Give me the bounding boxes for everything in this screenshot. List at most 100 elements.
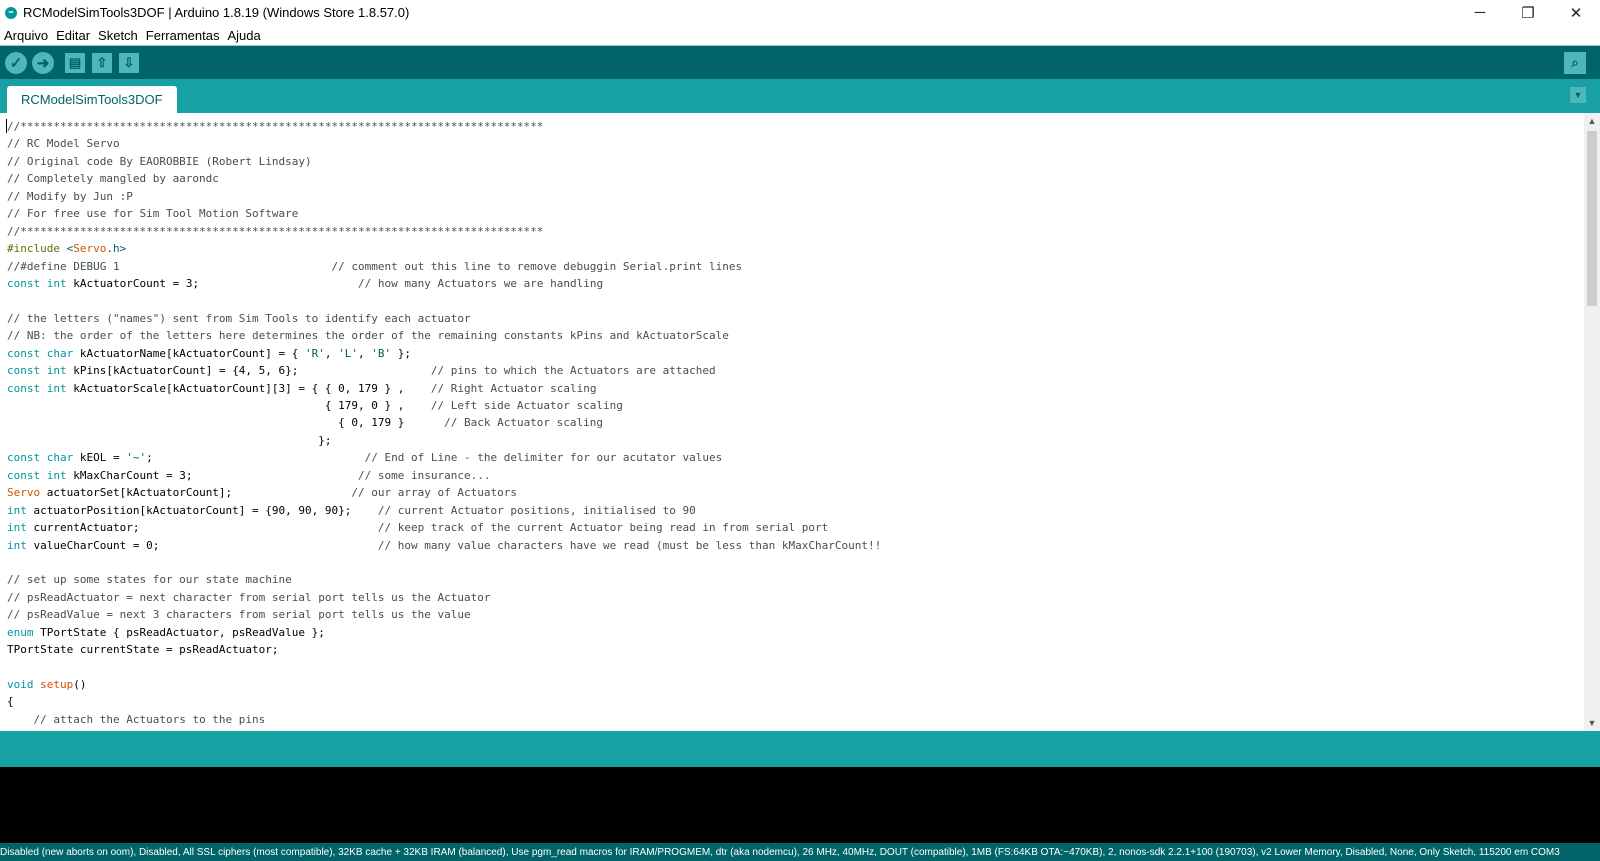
- code-line[interactable]: int currentActuator; // keep track of th…: [7, 519, 881, 536]
- code-line[interactable]: const int kActuatorScale[kActuatorCount]…: [7, 380, 881, 397]
- code-line[interactable]: const int kPins[kActuatorCount] = {4, 5,…: [7, 362, 881, 379]
- menu-editar[interactable]: Editar: [52, 28, 94, 43]
- code-line[interactable]: const char kActuatorName[kActuatorCount]…: [7, 345, 881, 362]
- code-line[interactable]: // For free use for Sim Tool Motion Soft…: [7, 205, 881, 222]
- new-button[interactable]: ▤: [65, 53, 85, 73]
- tab-menu-button[interactable]: ▼: [1570, 87, 1586, 103]
- code-token: // Back Actuator scaling: [444, 416, 604, 430]
- menu-sketch[interactable]: Sketch: [94, 28, 142, 43]
- code-token: ;: [146, 451, 365, 465]
- minimize-button[interactable]: ─: [1456, 0, 1504, 25]
- title-bar: ∞ RCModelSimTools3DOF | Arduino 1.8.19 (…: [0, 0, 1600, 25]
- code-token: int: [46, 364, 67, 378]
- menu-arquivo[interactable]: Arquivo: [0, 28, 52, 43]
- verify-button[interactable]: ✓: [5, 52, 27, 74]
- editor-vertical-scrollbar[interactable]: ▲ ▼: [1584, 113, 1600, 731]
- code-line[interactable]: int valueCharCount = 0; // how many valu…: [7, 537, 881, 554]
- code-line[interactable]: // psReadValue = next 3 characters from …: [7, 606, 881, 623]
- menu-ajuda[interactable]: Ajuda: [224, 28, 265, 43]
- code-token: ,: [358, 346, 372, 360]
- status-bar: Disabled (new aborts on oom), Disabled, …: [0, 843, 1600, 861]
- code-line[interactable]: [7, 554, 881, 571]
- code-token: (): [73, 678, 87, 691]
- code-line[interactable]: const int kMaxCharCount = 3; // some ins…: [7, 467, 881, 484]
- code-token: // End of Line - the delimiter for our a…: [364, 451, 723, 465]
- chevron-down-icon: ▼: [1573, 90, 1583, 100]
- arrow-down-icon: ⇩: [123, 55, 135, 70]
- code-line[interactable]: enum TPortState { psReadActuator, psRead…: [7, 624, 881, 641]
- code-line[interactable]: TPortState currentState = psReadActuator…: [7, 641, 881, 658]
- code-token: //#define DEBUG 1 // comment out this li…: [7, 259, 743, 273]
- serial-monitor-button[interactable]: ⌕: [1564, 52, 1586, 74]
- code-line[interactable]: //**************************************…: [7, 223, 881, 240]
- code-line[interactable]: [7, 659, 881, 676]
- close-button[interactable]: ✕: [1552, 0, 1600, 25]
- code-line[interactable]: { 0, 179 } // Back Actuator scaling: [7, 414, 881, 431]
- code-editor[interactable]: //**************************************…: [0, 113, 1584, 731]
- code-token: actuatorSet[kActuatorCount];: [40, 486, 352, 500]
- restore-button[interactable]: ❐: [1504, 0, 1552, 25]
- code-token: // our array of Actuators: [351, 486, 517, 500]
- code-token: void: [7, 678, 34, 691]
- upload-button[interactable]: ➜: [32, 52, 54, 74]
- code-token: // For free use for Sim Tool Motion Soft…: [7, 207, 299, 221]
- code-token: // Original code By EAOROBBIE (Robert Li…: [7, 154, 312, 168]
- code-line[interactable]: //**************************************…: [7, 118, 881, 135]
- code-line[interactable]: // the letters ("names") sent from Sim T…: [7, 310, 881, 327]
- code-line[interactable]: Servo actuatorSet[kActuatorCount]; // ou…: [7, 484, 881, 501]
- code-line[interactable]: // Modify by Jun :P: [7, 188, 881, 205]
- code-token: // Completely mangled by aarondc: [7, 172, 219, 186]
- code-token: #include: [7, 242, 67, 256]
- code-line[interactable]: const int kActuatorCount = 3; // how man…: [7, 275, 881, 292]
- tab-sketch[interactable]: RCModelSimTools3DOF: [7, 86, 177, 113]
- code-token: int: [46, 381, 67, 395]
- code-token: // psReadValue = next 3 characters from …: [7, 608, 471, 622]
- code-line[interactable]: void setup(): [7, 676, 881, 693]
- code-line[interactable]: int actuatorPosition[kActuatorCount] = {…: [7, 502, 881, 519]
- code-line[interactable]: [7, 292, 881, 309]
- scrollbar-thumb[interactable]: [1587, 131, 1597, 306]
- code-token: };: [391, 346, 412, 360]
- tab-label: RCModelSimTools3DOF: [21, 92, 163, 107]
- code-line[interactable]: };: [7, 432, 881, 449]
- code-line[interactable]: // attach the Actuators to the pins: [7, 711, 881, 728]
- code-line[interactable]: { 179, 0 } , // Left side Actuator scali…: [7, 397, 881, 414]
- code-token: int: [46, 468, 67, 482]
- console-output[interactable]: [0, 767, 1600, 843]
- code-line[interactable]: // RC Model Servo: [7, 135, 881, 152]
- scroll-down-icon[interactable]: ▼: [1584, 715, 1600, 731]
- check-icon: ✓: [9, 55, 23, 72]
- code-token: { 0, 179 }: [7, 416, 445, 430]
- code-token: kActuatorCount = 3;: [66, 276, 359, 290]
- save-button[interactable]: ⇩: [119, 53, 139, 73]
- arduino-ide-window: ∞ RCModelSimTools3DOF | Arduino 1.8.19 (…: [0, 0, 1600, 861]
- code-token: int: [7, 538, 27, 552]
- code-token: currentActuator;: [26, 521, 378, 535]
- code-token: // some insurance...: [358, 468, 491, 482]
- code-line[interactable]: // NB: the order of the letters here det…: [7, 327, 881, 344]
- code-token: const: [7, 381, 41, 395]
- code-line[interactable]: //#define DEBUG 1 // comment out this li…: [7, 258, 881, 275]
- code-token: // Right Actuator scaling: [430, 381, 597, 395]
- code-line[interactable]: const char kEOL = '~'; // End of Line - …: [7, 449, 881, 466]
- new-file-icon: ▤: [68, 55, 82, 70]
- code-token: // psReadActuator = next character from …: [7, 590, 491, 604]
- code-line[interactable]: {: [7, 693, 881, 710]
- code-line[interactable]: // Original code By EAOROBBIE (Robert Li…: [7, 153, 881, 170]
- code-line[interactable]: // Completely mangled by aarondc: [7, 170, 881, 187]
- menu-ferramentas[interactable]: Ferramentas: [142, 28, 224, 43]
- code-text[interactable]: //**************************************…: [7, 118, 881, 728]
- code-line[interactable]: // psReadActuator = next character from …: [7, 589, 881, 606]
- code-line[interactable]: // set up some states for our state mach…: [7, 571, 881, 588]
- open-button[interactable]: ⇧: [92, 53, 112, 73]
- scroll-up-icon[interactable]: ▲: [1584, 113, 1600, 129]
- code-token: Servo: [73, 242, 107, 256]
- code-line[interactable]: #include <Servo.h>: [7, 240, 881, 257]
- code-token: // set up some states for our state mach…: [7, 573, 292, 587]
- code-token: kMaxCharCount = 3;: [66, 468, 359, 482]
- toolbar: ✓ ➜ ▤ ⇧ ⇩ ⌕: [0, 45, 1600, 79]
